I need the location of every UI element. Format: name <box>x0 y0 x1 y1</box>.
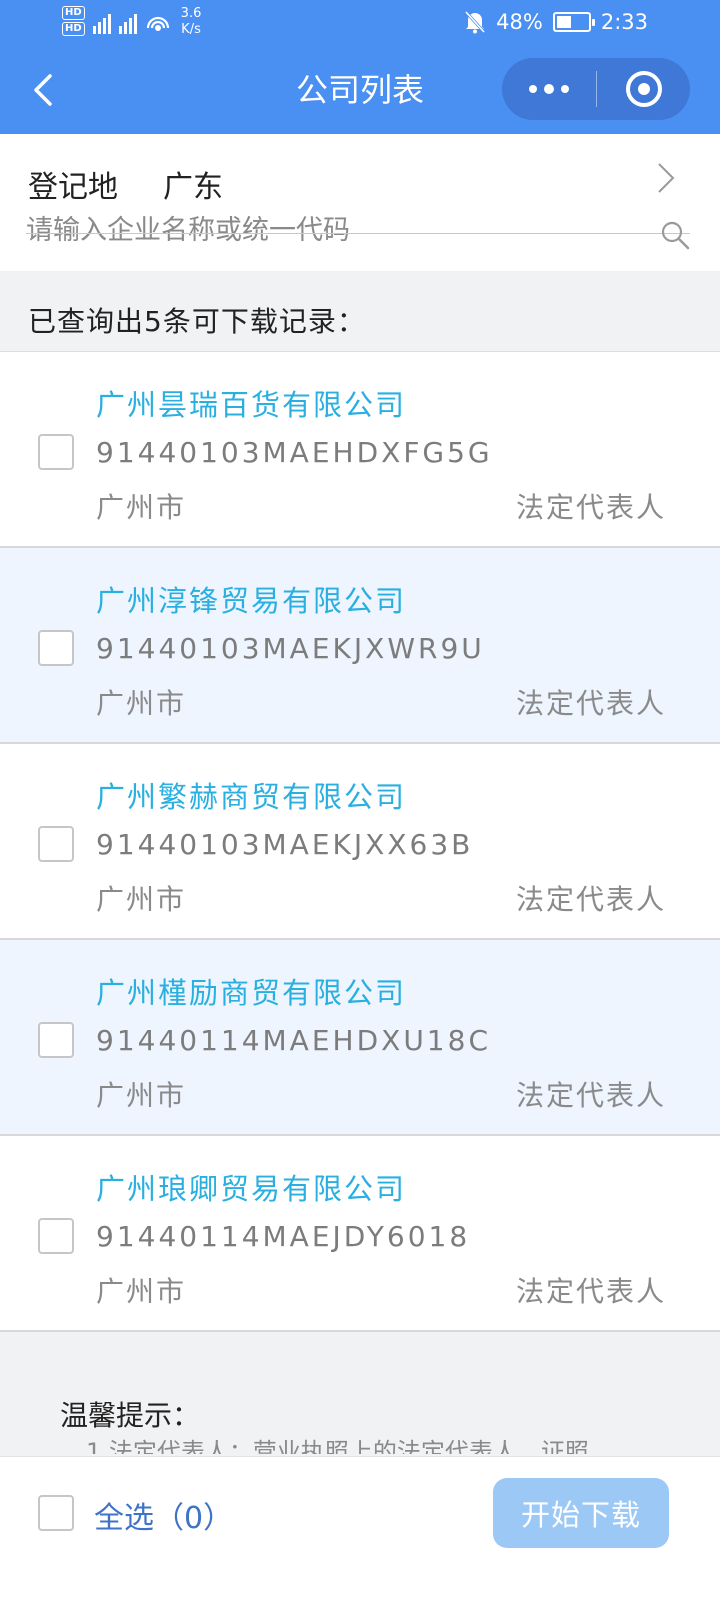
bottom-action-bar: 全选（0） 开始下载 <box>0 1456 720 1600</box>
company-name: 广州繁赫商贸有限公司 <box>96 780 407 814</box>
credit-code: 91440103MAEKJXWR9U <box>96 632 485 665</box>
search-input[interactable] <box>0 210 720 250</box>
select-all-checkbox[interactable] <box>38 1495 74 1531</box>
row-checkbox[interactable] <box>38 434 74 470</box>
status-right: 48% 2:33 <box>464 10 648 34</box>
region-label: 登记地 <box>28 170 118 205</box>
battery-percent: 48% <box>496 10 543 34</box>
status-left: HD HD 3.6 K/s <box>62 6 201 38</box>
company-city: 广州市 <box>96 883 187 916</box>
mute-bell-icon <box>465 10 486 34</box>
more-dot-icon <box>529 85 537 93</box>
select-all-label[interactable]: 全选（0） <box>94 1493 233 1537</box>
company-role: 法定代表人 <box>515 491 666 524</box>
battery-icon <box>552 12 595 32</box>
target-circle-icon <box>625 71 662 107</box>
company-name: 广州淳锋贸易有限公司 <box>96 584 407 618</box>
company-row[interactable]: 广州淳锋贸易有限公司 91440103MAEKJXWR9U 广州市 法定代表人 <box>0 548 720 744</box>
region-selector[interactable]: 广东 <box>163 162 223 206</box>
miniprogram-capsule <box>502 58 690 120</box>
company-role: 法定代表人 <box>515 883 666 916</box>
wifi-hotspot-icon <box>146 16 169 31</box>
company-list: 广州昙瑞百货有限公司 91440103MAEHDXFG5G 广州市 法定代表人 … <box>0 352 720 1332</box>
filter-panel: 登记地 广东 <box>0 134 720 271</box>
search-underline <box>26 233 690 234</box>
company-name: 广州昙瑞百货有限公司 <box>96 388 407 422</box>
more-dot-icon <box>561 85 569 93</box>
company-name: 广州槿励商贸有限公司 <box>96 976 407 1010</box>
company-name: 广州琅卿贸易有限公司 <box>96 1172 407 1206</box>
row-checkbox[interactable] <box>38 1218 74 1254</box>
start-download-button[interactable]: 开始下载 <box>493 1478 669 1548</box>
credit-code: 91440114MAEJDY6018 <box>96 1220 471 1253</box>
network-speed: 3.6 K/s <box>180 6 202 37</box>
company-city: 广州市 <box>96 491 187 524</box>
company-role: 法定代表人 <box>515 687 666 720</box>
credit-code: 91440114MAEHDXU18C <box>96 1024 491 1057</box>
company-row[interactable]: 广州昙瑞百货有限公司 91440103MAEHDXFG5G 广州市 法定代表人 <box>0 352 720 548</box>
company-row[interactable]: 广州琅卿贸易有限公司 91440114MAEJDY6018 广州市 法定代表人 <box>0 1136 720 1332</box>
tips-text: 1.法定代表人：营业执照上的法定代表人。证照 <box>86 1438 589 1454</box>
company-role: 法定代表人 <box>515 1275 666 1308</box>
result-summary: 已查询出5条可下载记录： <box>28 305 366 338</box>
company-city: 广州市 <box>96 1079 187 1112</box>
chevron-right-icon[interactable] <box>654 160 678 196</box>
company-role: 法定代表人 <box>515 1079 666 1112</box>
close-miniprogram-button[interactable] <box>597 58 690 120</box>
company-city: 广州市 <box>96 687 187 720</box>
more-menu-button[interactable] <box>502 58 596 120</box>
more-dot-icon <box>544 84 554 94</box>
row-checkbox[interactable] <box>38 630 74 666</box>
company-city: 广州市 <box>96 1275 187 1308</box>
status-bar: HD HD 3.6 K/s 48% 2:33 <box>0 0 720 50</box>
signal-5g-icon <box>92 12 111 34</box>
company-row[interactable]: 广州繁赫商贸有限公司 91440103MAEKJXX63B 广州市 法定代表人 <box>0 744 720 940</box>
tips-title: 温馨提示： <box>60 1399 201 1432</box>
row-checkbox[interactable] <box>38 1022 74 1058</box>
credit-code: 91440103MAEKJXX63B <box>96 828 474 861</box>
company-row[interactable]: 广州槿励商贸有限公司 91440114MAEHDXU18C 广州市 法定代表人 <box>0 940 720 1136</box>
credit-code: 91440103MAEHDXFG5G <box>96 436 493 469</box>
hd-icon: HD HD <box>62 6 85 36</box>
clock: 2:33 <box>600 10 648 34</box>
search-icon[interactable] <box>660 220 690 250</box>
header-bar: HD HD 3.6 K/s 48% 2:33 公司列表 <box>0 0 720 134</box>
row-checkbox[interactable] <box>38 826 74 862</box>
signal-4g-icon <box>118 12 137 34</box>
result-summary-bar: 已查询出5条可下载记录： <box>0 271 720 352</box>
